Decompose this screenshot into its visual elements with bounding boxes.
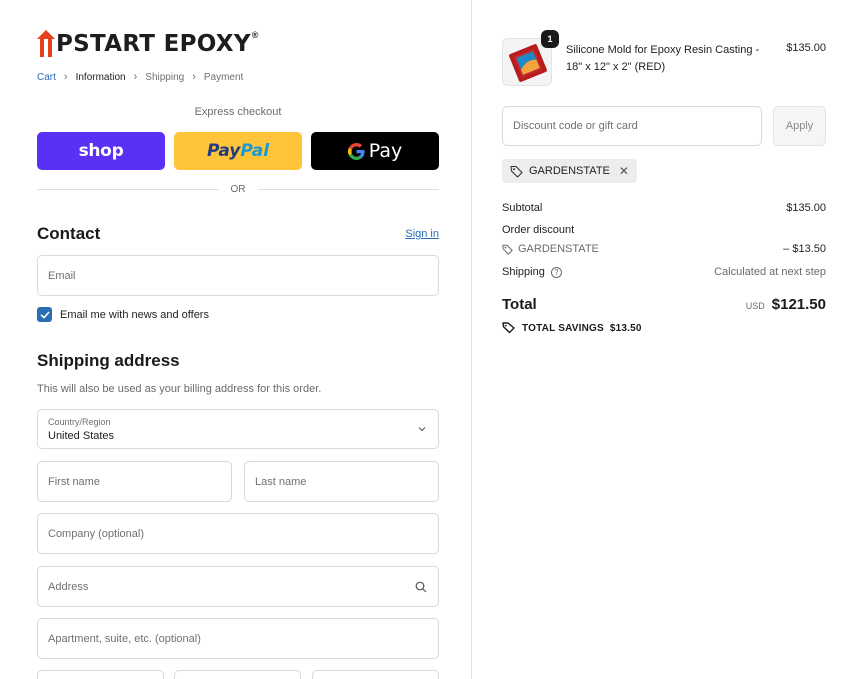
sign-in-link[interactable]: Sign in	[405, 228, 439, 240]
tag-icon	[502, 244, 513, 255]
newsletter-checkbox[interactable]	[37, 307, 52, 322]
total-row: Total USD $121.50	[502, 296, 826, 313]
chevron-right-icon: ›	[133, 71, 138, 83]
discount-value: – $13.50	[783, 243, 826, 255]
quantity-badge: 1	[541, 30, 559, 48]
order-discount-row: Order discount	[502, 224, 826, 236]
registered-mark: ®	[251, 30, 259, 40]
paypal-logo-pal: Pal	[240, 141, 270, 161]
currency-code: USD	[745, 301, 765, 311]
country-select[interactable]: Country/Region United States	[37, 409, 439, 449]
divider-line	[257, 189, 439, 190]
breadcrumb-information: Information	[75, 71, 126, 83]
discount-code-label: GARDENSTATE	[518, 243, 599, 255]
contact-heading: Contact	[37, 224, 101, 243]
total-savings: TOTAL SAVINGS $13.50	[502, 322, 642, 334]
checkmark-icon	[40, 311, 49, 318]
google-g-icon	[347, 142, 365, 160]
subtotal-label: Subtotal	[502, 202, 543, 214]
first-name-placeholder: First name	[48, 475, 100, 488]
chevron-down-icon	[418, 427, 426, 432]
upstart-arrow-icon	[37, 30, 55, 57]
tag-icon	[510, 165, 523, 178]
savings-amount: $13.50	[609, 322, 642, 334]
brand-name: PSTART EPOXY	[56, 31, 251, 57]
subtotal-row: Subtotal $135.00	[502, 202, 826, 214]
savings-label: TOTAL SAVINGS	[522, 322, 604, 334]
state-field[interactable]	[174, 670, 301, 679]
express-checkout-buttons: shop Pay Pal Pay	[37, 132, 439, 170]
order-discount-label: Order discount	[502, 224, 575, 236]
apartment-placeholder: Apartment, suite, etc. (optional)	[48, 632, 201, 645]
city-field[interactable]	[37, 670, 164, 679]
apply-discount-button[interactable]: Apply	[773, 106, 826, 146]
paypal-button[interactable]: Pay Pal	[174, 132, 302, 170]
last-name-field[interactable]: Last name	[244, 461, 439, 502]
chevron-right-icon: ›	[192, 71, 196, 83]
country-label: Country/Region	[48, 417, 111, 427]
company-placeholder: Company (optional)	[48, 527, 144, 540]
remove-discount-icon[interactable]: ✕	[619, 164, 629, 178]
shipping-row: Shipping ? Calculated at next step	[502, 266, 826, 278]
address-field[interactable]: Address	[37, 566, 439, 607]
breadcrumb-shipping: Shipping	[145, 71, 185, 83]
breadcrumb-cart[interactable]: Cart	[37, 72, 56, 83]
discount-code-input[interactable]: Discount code or gift card	[502, 106, 762, 146]
help-icon[interactable]: ?	[550, 266, 562, 278]
shipping-value: Calculated at next step	[714, 266, 826, 278]
address-placeholder: Address	[48, 580, 89, 593]
order-summary-panel: 1 Silicone Mold for Epoxy Resin Casting …	[471, 0, 851, 679]
search-icon	[415, 581, 427, 592]
product-name: Silicone Mold for Epoxy Resin Casting - …	[566, 44, 760, 73]
company-field[interactable]: Company (optional)	[37, 513, 439, 554]
shipping-address-heading: Shipping address	[37, 351, 180, 370]
breadcrumb: Cart › Information › Shipping › Payment	[37, 71, 243, 83]
or-divider: OR	[37, 184, 439, 195]
product-price: $135.00	[786, 42, 826, 54]
applied-discount-chip: GARDENSTATE ✕	[502, 159, 637, 183]
breadcrumb-payment: Payment	[203, 71, 244, 83]
email-field[interactable]: Email	[37, 255, 439, 296]
total-amount: $121.50	[771, 296, 826, 313]
applied-code: GARDENSTATE	[529, 165, 610, 177]
savings-tag-icon	[502, 322, 515, 334]
country-value: United States	[48, 430, 115, 442]
newsletter-label: Email me with news and offers	[60, 308, 209, 321]
checkout-form-panel: PSTART EPOXY ® Cart › Information › Ship…	[0, 0, 471, 679]
or-text: OR	[230, 184, 246, 195]
shop-pay-logo: shop	[78, 141, 124, 161]
shipping-description: This will also be used as your billing a…	[37, 383, 322, 395]
brand-logo[interactable]: PSTART EPOXY ®	[37, 28, 258, 60]
discount-code-row: GARDENSTATE – $13.50	[502, 243, 826, 255]
newsletter-option[interactable]: Email me with news and offers	[37, 307, 209, 322]
google-pay-button[interactable]: Pay	[311, 132, 439, 170]
express-checkout-label: Express checkout	[194, 106, 282, 118]
divider-line	[37, 189, 219, 190]
shipping-label: Shipping	[502, 266, 545, 278]
apartment-field[interactable]: Apartment, suite, etc. (optional)	[37, 618, 439, 659]
paypal-logo-pay: Pay	[206, 141, 241, 161]
last-name-placeholder: Last name	[255, 475, 307, 488]
chevron-right-icon: ›	[63, 71, 68, 83]
first-name-field[interactable]: First name	[37, 461, 232, 502]
total-label: Total	[502, 296, 537, 313]
discount-placeholder: Discount code or gift card	[513, 120, 638, 132]
google-pay-text: Pay	[368, 140, 403, 162]
email-placeholder: Email	[48, 269, 76, 282]
subtotal-value: $135.00	[786, 202, 826, 214]
shop-pay-button[interactable]: shop	[37, 132, 165, 170]
zip-field[interactable]	[312, 670, 439, 679]
